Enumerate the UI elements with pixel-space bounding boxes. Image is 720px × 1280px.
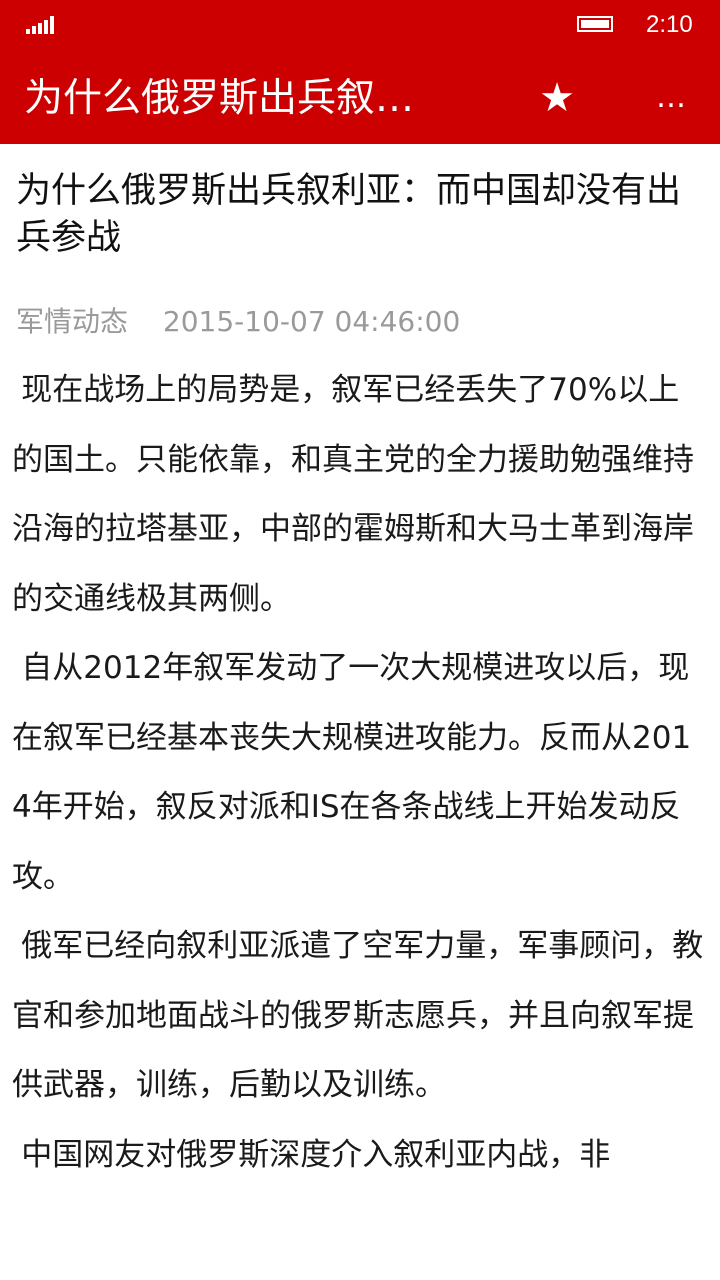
more-options-icon[interactable]: …: [646, 70, 698, 126]
article-datetime: 2015-10-07 04:46:00: [162, 305, 461, 338]
article-content[interactable]: 为什么俄罗斯出兵叙利亚：而中国却没有出兵参战 军情动态 2015-10-07 0…: [0, 144, 720, 1280]
article-paragraph: 自从2012年叙军发动了一次大规模进攻以后，现在叙军已经基本丧失大规模进攻能力。…: [12, 650, 692, 895]
article-category: 军情动态: [16, 305, 129, 338]
article-title: 为什么俄罗斯出兵叙利亚：而中国却没有出兵参战: [16, 171, 682, 258]
article-body: 现在战场上的局势是，叙军已经丢失了70%以上的国土。只能依靠，和真主党的全力援助…: [12, 356, 704, 1190]
app-bar: 为什么俄罗斯出兵叙… ★ …: [0, 52, 720, 144]
article-paragraph: 现在战场上的局势是，叙军已经丢失了70%以上的国土。只能依靠，和真主党的全力援助…: [12, 372, 694, 617]
article-meta: 军情动态 2015-10-07 04:46:00: [16, 302, 706, 342]
app-bar-title: 为什么俄罗斯出兵叙…: [24, 76, 415, 121]
article-paragraph: 俄军已经向叙利亚派遣了空军力量，军事顾问，教官和参加地面战斗的俄罗斯志愿兵，并且…: [12, 928, 704, 1103]
status-bar: 2:10: [0, 0, 720, 52]
signal-bars-icon: [26, 16, 56, 34]
battery-nub: [577, 16, 613, 32]
favorite-star-icon[interactable]: ★: [532, 70, 582, 126]
status-time: 2:10: [646, 11, 693, 38]
article-paragraph: 中国网友对俄罗斯深度介入叙利亚内战，非: [21, 1136, 611, 1173]
